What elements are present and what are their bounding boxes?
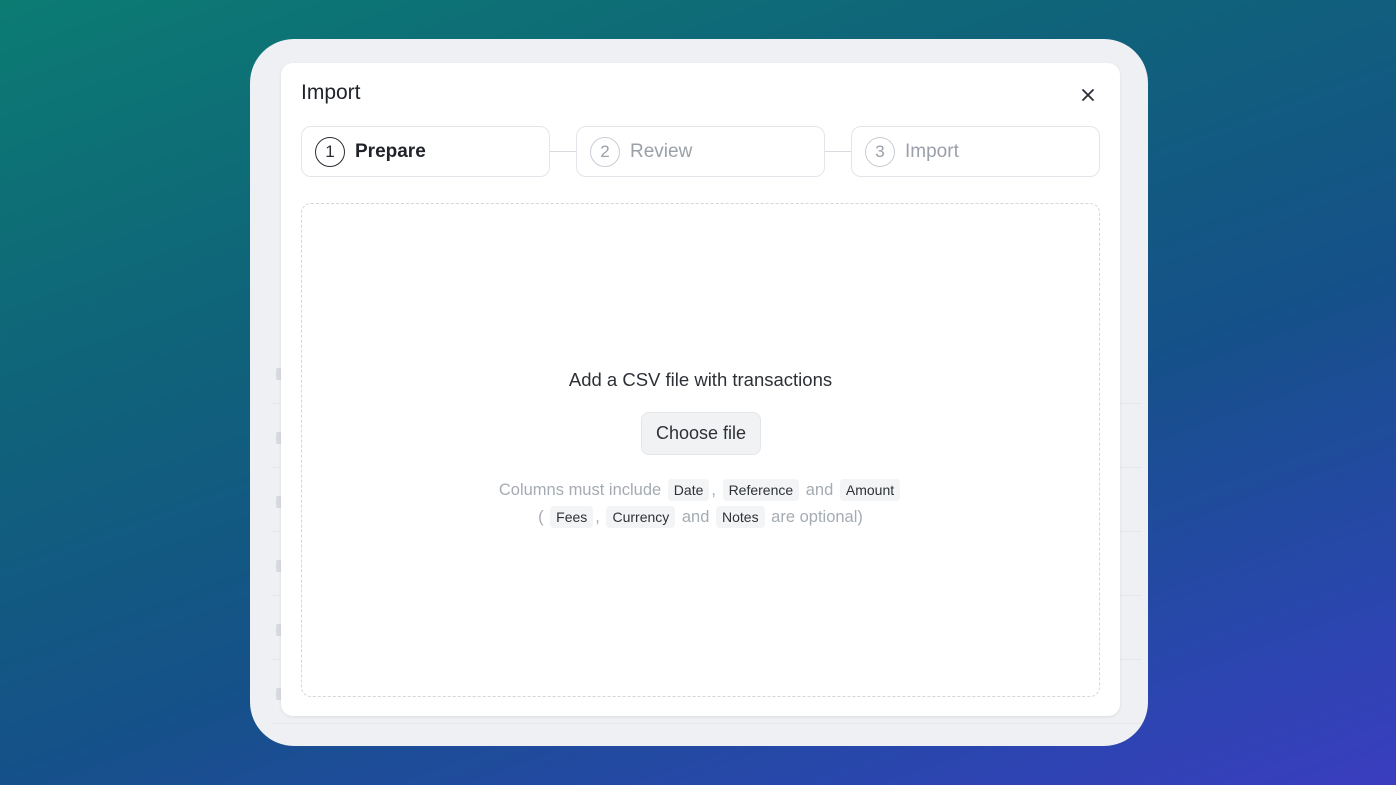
step-connector bbox=[825, 151, 853, 152]
column-tag-reference: Reference bbox=[722, 479, 800, 501]
stepper: 1 Prepare 2 Review 3 Import bbox=[301, 126, 1100, 177]
column-requirements: Columns must include Date, Reference and… bbox=[302, 477, 1099, 531]
step-label: Import bbox=[905, 140, 959, 162]
close-icon bbox=[1082, 89, 1094, 101]
optional-suffix: are optional) bbox=[771, 508, 863, 526]
separator: , bbox=[595, 508, 600, 526]
step-label: Prepare bbox=[355, 140, 426, 162]
conjunction: and bbox=[681, 508, 710, 526]
choose-file-button[interactable]: Choose file bbox=[641, 412, 761, 455]
step-review[interactable]: 2 Review bbox=[576, 126, 825, 177]
requirements-prefix: Columns must include bbox=[498, 481, 662, 499]
column-tag-amount: Amount bbox=[839, 479, 901, 501]
step-number: 2 bbox=[590, 136, 620, 167]
dropzone-title: Add a CSV file with transactions bbox=[568, 369, 833, 390]
close-button[interactable] bbox=[1076, 83, 1100, 107]
step-number: 3 bbox=[865, 136, 895, 167]
column-tag-date: Date bbox=[667, 479, 710, 501]
file-dropzone[interactable]: Add a CSV file with transactions Choose … bbox=[301, 203, 1100, 697]
required-columns-line: Columns must include Date, Reference and… bbox=[302, 477, 1099, 504]
modal-title: Import bbox=[301, 81, 361, 104]
open-paren: ( bbox=[538, 508, 544, 526]
step-label: Review bbox=[630, 140, 693, 162]
step-connector bbox=[550, 151, 578, 152]
import-modal: Import 1 Prepare 2 Review 3 Import Add a… bbox=[281, 63, 1120, 716]
separator: , bbox=[711, 481, 716, 499]
optional-columns-line: ( Fees, Currency and Notes are optional) bbox=[302, 504, 1099, 531]
column-tag-fees: Fees bbox=[550, 506, 594, 528]
conjunction: and bbox=[805, 481, 834, 499]
column-tag-notes: Notes bbox=[716, 506, 765, 528]
step-prepare[interactable]: 1 Prepare bbox=[301, 126, 550, 177]
column-tag-currency: Currency bbox=[606, 506, 676, 528]
step-number: 1 bbox=[315, 136, 345, 167]
step-import[interactable]: 3 Import bbox=[851, 126, 1100, 177]
